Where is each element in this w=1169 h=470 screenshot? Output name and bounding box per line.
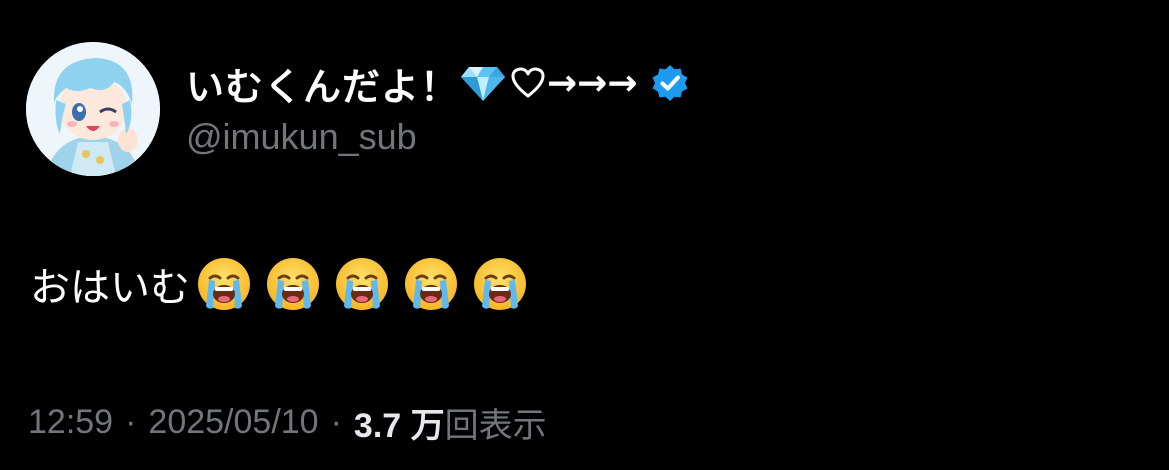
view-label: 回表示 bbox=[444, 407, 547, 445]
avatar-illustration bbox=[26, 42, 160, 176]
tweet-body: おはいむ bbox=[30, 256, 541, 312]
tweet-metadata: 12:59 · 2025/05/10 · 3.7 万 回表示 bbox=[28, 398, 547, 447]
loudly-crying-face-emoji-icon bbox=[334, 256, 390, 312]
verified-badge-icon[interactable] bbox=[650, 63, 690, 103]
name-arrows: →→→ bbox=[547, 62, 638, 104]
loudly-crying-face-emoji-icon bbox=[265, 256, 321, 312]
author-handle[interactable]: @imukun_sub bbox=[186, 116, 417, 158]
avatar[interactable] bbox=[26, 42, 160, 176]
emoji-row bbox=[196, 256, 541, 312]
tweet-text: おはいむ bbox=[30, 266, 190, 310]
tweet-date[interactable]: 2025/05/10 bbox=[148, 403, 318, 442]
meta-separator: · bbox=[125, 403, 137, 441]
gem-icon bbox=[461, 63, 506, 103]
heart-outline-icon bbox=[511, 67, 545, 99]
author-name-row[interactable]: いむくんだよ！ →→→ bbox=[186, 56, 690, 111]
meta-separator: · bbox=[330, 403, 342, 441]
loudly-crying-face-emoji-icon bbox=[472, 256, 528, 312]
tweet-time[interactable]: 12:59 bbox=[28, 403, 113, 442]
loudly-crying-face-emoji-icon bbox=[403, 256, 459, 312]
author-display-name[interactable]: いむくんだよ！ bbox=[186, 56, 459, 111]
view-count: 3.7 万 bbox=[353, 407, 445, 445]
tweet-card: いむくんだよ！ →→→ @imukun_sub おはいむ 12:59 · 202… bbox=[0, 0, 1169, 470]
loudly-crying-face-emoji-icon bbox=[196, 256, 252, 312]
